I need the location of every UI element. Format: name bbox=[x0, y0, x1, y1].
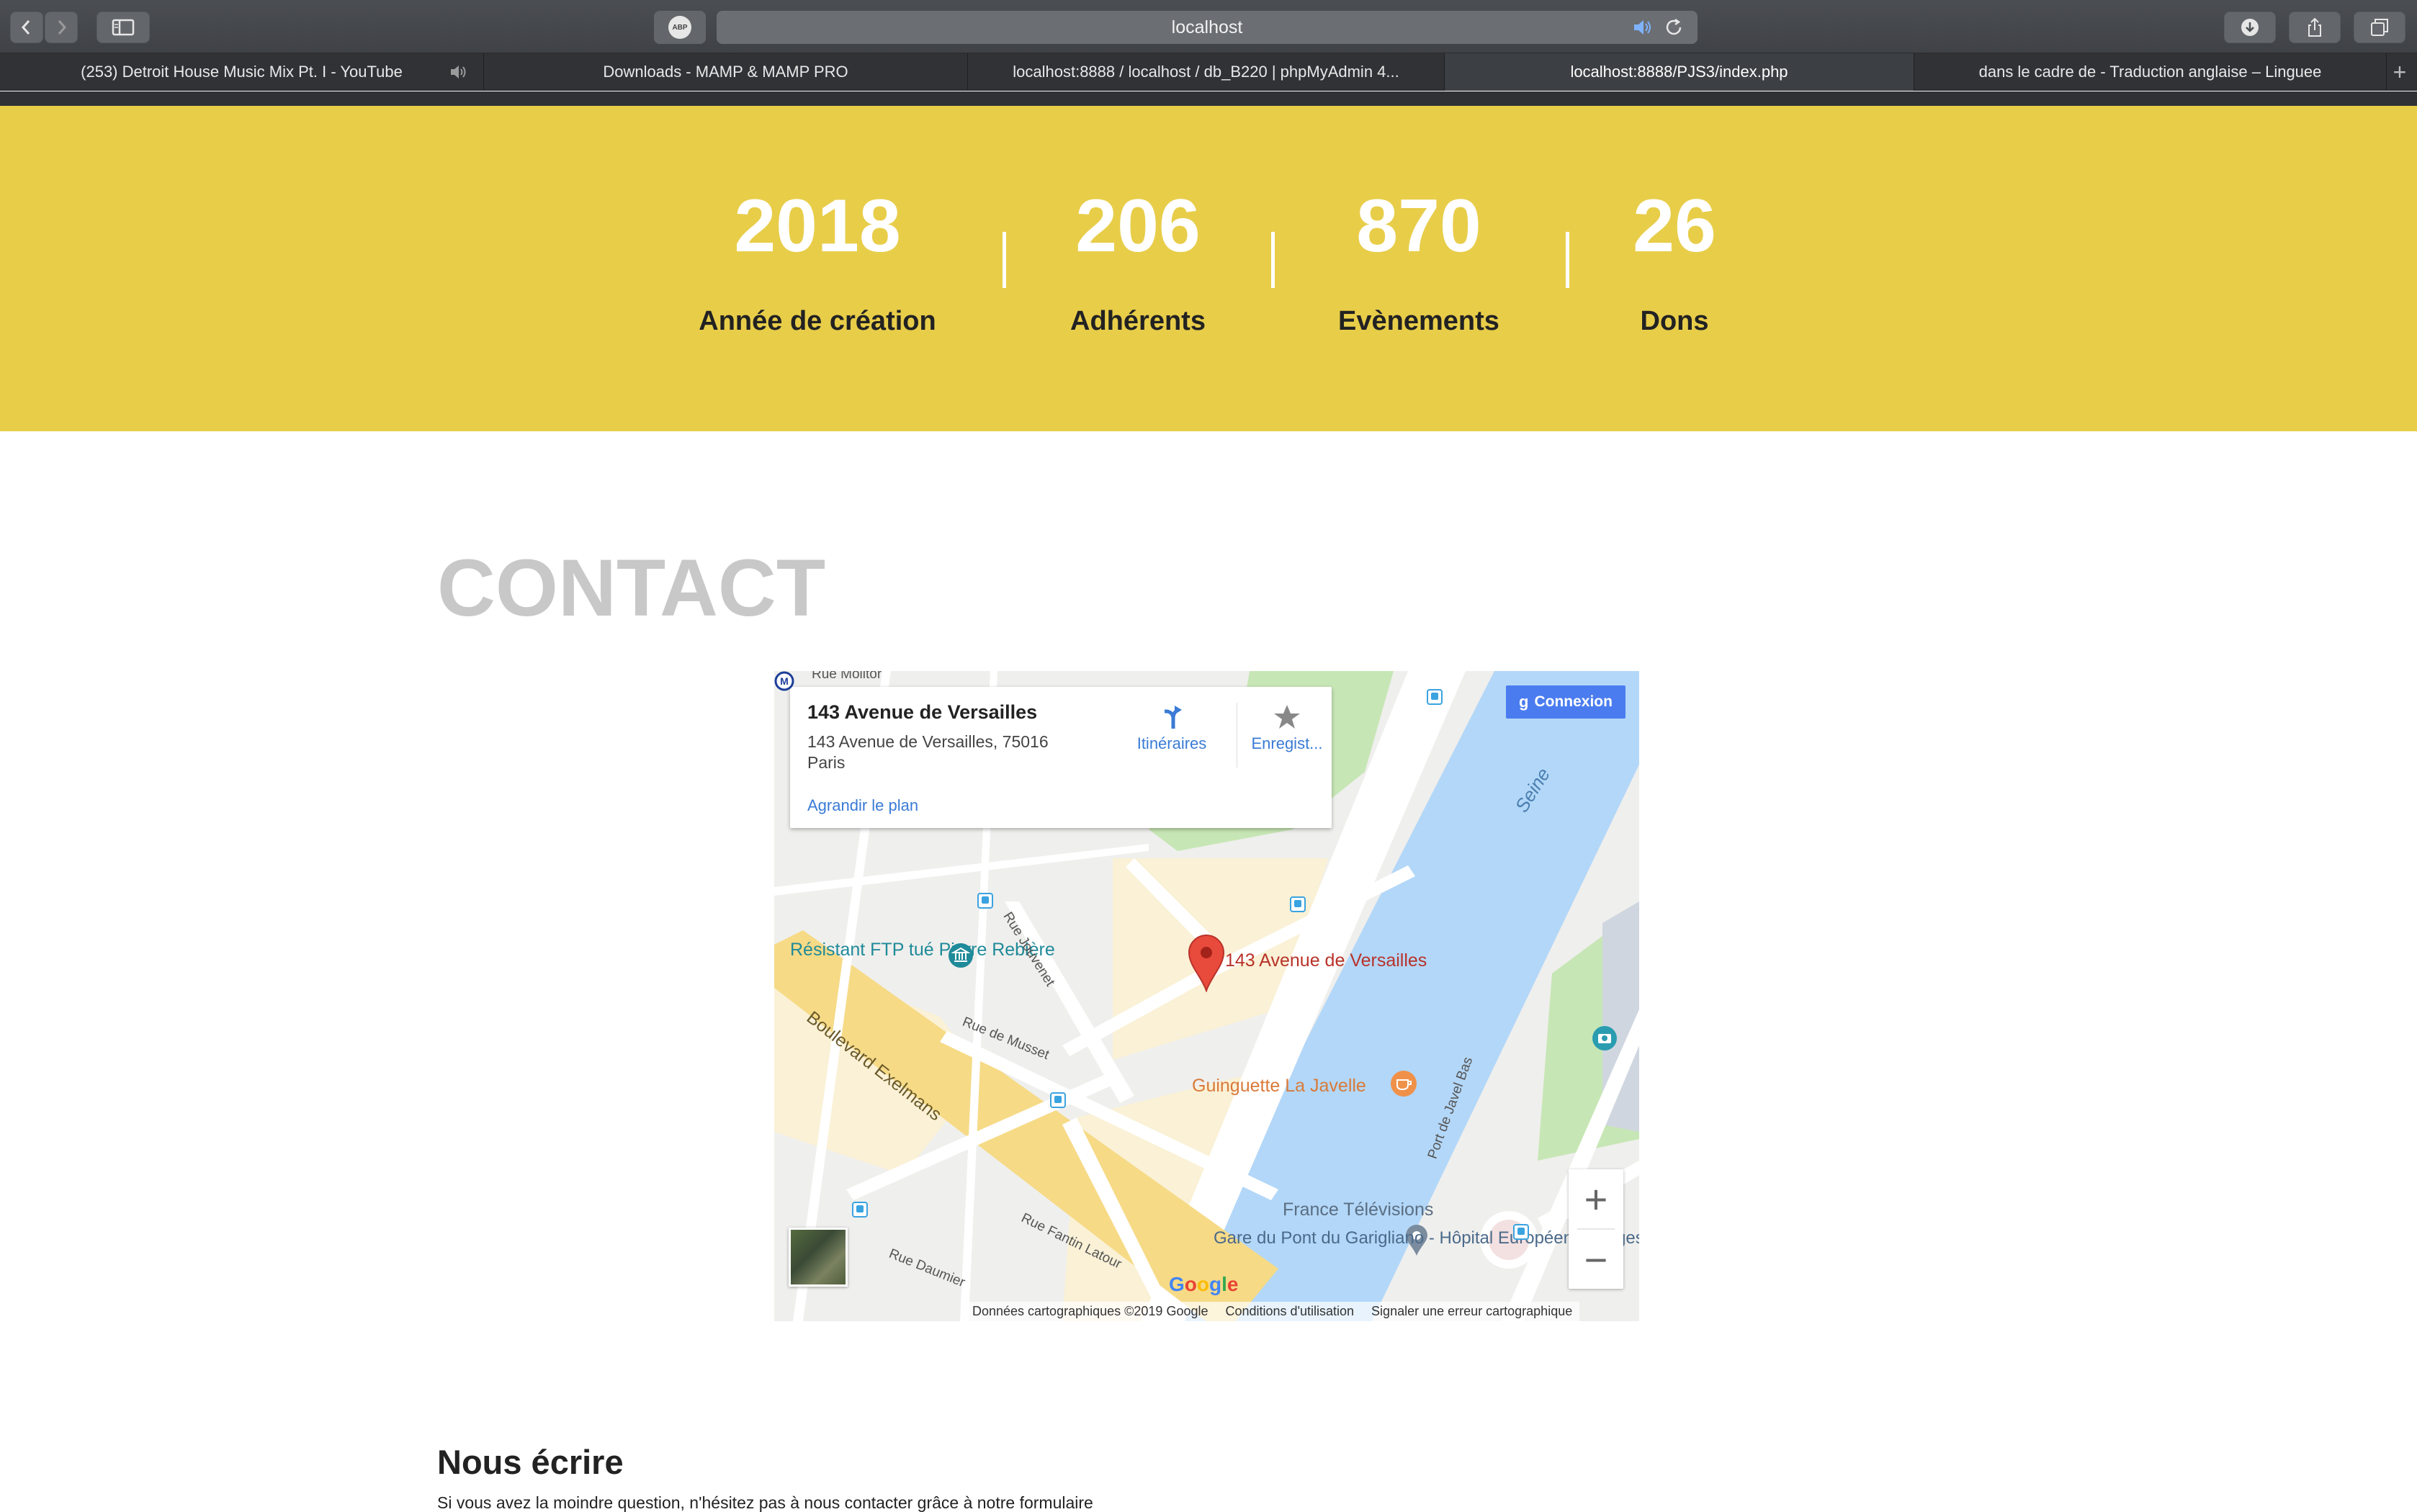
zoom-control: + − bbox=[1569, 1169, 1623, 1289]
satellite-toggle[interactable] bbox=[789, 1228, 848, 1287]
stat-divider bbox=[1003, 232, 1006, 288]
stat-divider bbox=[1271, 232, 1275, 288]
stat-label: Adhérents bbox=[1070, 306, 1206, 336]
new-tab-button[interactable]: + bbox=[2387, 53, 2413, 91]
share-icon bbox=[2308, 17, 2321, 37]
contact-title: CONTACT bbox=[437, 543, 826, 633]
bus-stop-icon[interactable] bbox=[1427, 689, 1443, 705]
bus-stop-icon[interactable] bbox=[1050, 1092, 1066, 1108]
poi-resistant-label[interactable]: Résistant FTP tué Pierre Rebière bbox=[790, 940, 1055, 960]
minus-icon: − bbox=[1584, 1236, 1608, 1282]
write-us-text: Si vous avez la moindre question, n'hési… bbox=[437, 1493, 1093, 1512]
poi-guinguette-label[interactable]: Guinguette La Javelle bbox=[1192, 1076, 1366, 1097]
chevron-right-icon bbox=[58, 20, 67, 35]
speaker-icon[interactable] bbox=[1631, 17, 1653, 38]
download-icon bbox=[2241, 19, 2259, 36]
museum-icon[interactable] bbox=[947, 942, 974, 969]
plus-icon: + bbox=[2393, 58, 2407, 85]
place-info-card: 143 Avenue de Versailles 143 Avenue de V… bbox=[790, 687, 1332, 828]
star-icon bbox=[1274, 705, 1300, 729]
plus-icon: + bbox=[1584, 1176, 1608, 1222]
google-map[interactable]: 143 Avenue de Versailles 143 Avenue de V… bbox=[774, 671, 1639, 1321]
chevron-left-icon bbox=[21, 20, 30, 35]
show-tabs-button[interactable] bbox=[2354, 12, 2405, 43]
tab-pjs3[interactable]: localhost:8888/PJS3/index.php bbox=[1445, 53, 1914, 91]
place-title: 143 Avenue de Versailles bbox=[807, 701, 1038, 723]
tab-label: localhost:8888 / localhost / db_B220 | p… bbox=[1013, 63, 1399, 81]
google-logo: Google bbox=[1169, 1273, 1239, 1295]
directions-button[interactable]: Itinéraires bbox=[1121, 700, 1222, 753]
sidebar-icon bbox=[112, 19, 135, 36]
map-data-credit: Données cartographiques ©2019 Google bbox=[972, 1304, 1208, 1318]
address-bar[interactable]: localhost bbox=[717, 11, 1698, 44]
tab-label: (253) Detroit House Music Mix Pt. I - Yo… bbox=[81, 63, 403, 81]
browser-toolbar: ABP localhost bbox=[0, 0, 2417, 53]
street-molitor-label: Rue Molitor bbox=[812, 671, 882, 682]
directions-label: Itinéraires bbox=[1136, 734, 1207, 752]
page-header-strip bbox=[0, 91, 2417, 106]
tab-linguee[interactable]: dans le cadre de - Traduction anglaise –… bbox=[1914, 53, 2387, 91]
marker-label: 143 Avenue de Versailles bbox=[1225, 950, 1427, 971]
tabs-icon bbox=[2371, 19, 2388, 36]
save-place-label: Enregist... bbox=[1251, 734, 1323, 752]
bus-stop-icon[interactable] bbox=[852, 1202, 868, 1218]
stat-value: 26 bbox=[1633, 184, 1716, 268]
signin-button[interactable]: g Connexion bbox=[1506, 685, 1625, 719]
poi-france-tv-label[interactable]: France Télévisions bbox=[1283, 1200, 1433, 1220]
bus-stop-icon[interactable] bbox=[1290, 896, 1306, 912]
directions-icon bbox=[1165, 706, 1182, 729]
back-button[interactable] bbox=[10, 12, 43, 43]
share-button[interactable] bbox=[2289, 12, 2341, 43]
report-error-link[interactable]: Signaler une erreur cartographique bbox=[1371, 1304, 1572, 1319]
poi-gare-label[interactable]: Gare du Pont du Garigliano - Hôpital Eur… bbox=[1214, 1228, 1639, 1249]
zoom-out-button[interactable]: − bbox=[1569, 1230, 1623, 1289]
enlarge-map-link[interactable]: Agrandir le plan bbox=[807, 796, 918, 815]
save-place-button[interactable]: Enregist... bbox=[1237, 700, 1337, 753]
sidebar-toggle-button[interactable] bbox=[97, 12, 150, 43]
stat-label: Evènements bbox=[1338, 306, 1499, 336]
address-text: localhost bbox=[1171, 17, 1243, 37]
place-address: 143 Avenue de Versailles, 75016 Paris bbox=[807, 732, 1049, 772]
adblock-icon: ABP bbox=[668, 16, 691, 39]
bus-stop-icon[interactable] bbox=[1513, 1224, 1529, 1240]
metro-icon[interactable]: M bbox=[774, 671, 796, 693]
camera-poi-icon[interactable] bbox=[1590, 1024, 1619, 1053]
tab-label: dans le cadre de - Traduction anglaise –… bbox=[1978, 63, 2322, 81]
stat-label: Année de création bbox=[699, 306, 936, 336]
stat-label: Dons bbox=[1640, 306, 1709, 336]
stat-value: 2018 bbox=[734, 184, 901, 268]
stat-value: 206 bbox=[1075, 184, 1201, 268]
adblock-button[interactable]: ABP bbox=[654, 11, 706, 44]
google-g-icon: g bbox=[1519, 693, 1529, 711]
signin-label: Connexion bbox=[1534, 693, 1613, 710]
terms-link[interactable]: Conditions d'utilisation bbox=[1226, 1304, 1355, 1319]
tab-youtube[interactable]: (253) Detroit House Music Mix Pt. I - Yo… bbox=[0, 53, 484, 91]
map-marker-icon[interactable] bbox=[1187, 933, 1226, 992]
stat-divider bbox=[1566, 232, 1569, 288]
tab-bar: (253) Detroit House Music Mix Pt. I - Yo… bbox=[0, 53, 2417, 91]
tab-label: Downloads - MAMP & MAMP PRO bbox=[603, 63, 848, 81]
cafe-icon[interactable] bbox=[1389, 1069, 1418, 1098]
tab-mamp[interactable]: Downloads - MAMP & MAMP PRO bbox=[484, 53, 968, 91]
svg-text:M: M bbox=[780, 675, 789, 687]
write-us-title: Nous écrire bbox=[437, 1443, 624, 1481]
forward-button[interactable] bbox=[45, 12, 78, 43]
stat-value: 870 bbox=[1356, 184, 1481, 268]
stats-section: 2018 Année de création 206 Adhérents 870… bbox=[0, 106, 2417, 431]
speaker-icon[interactable] bbox=[449, 63, 470, 81]
tab-phpmyadmin[interactable]: localhost:8888 / localhost / db_B220 | p… bbox=[968, 53, 1445, 91]
map-footer: Données cartographiques ©2019 Google Con… bbox=[965, 1302, 1580, 1321]
reload-icon[interactable] bbox=[1663, 17, 1685, 38]
tab-label: localhost:8888/PJS3/index.php bbox=[1570, 63, 1788, 81]
bus-stop-icon[interactable] bbox=[977, 893, 993, 909]
downloads-button[interactable] bbox=[2224, 12, 2276, 43]
zoom-in-button[interactable]: + bbox=[1569, 1169, 1623, 1228]
